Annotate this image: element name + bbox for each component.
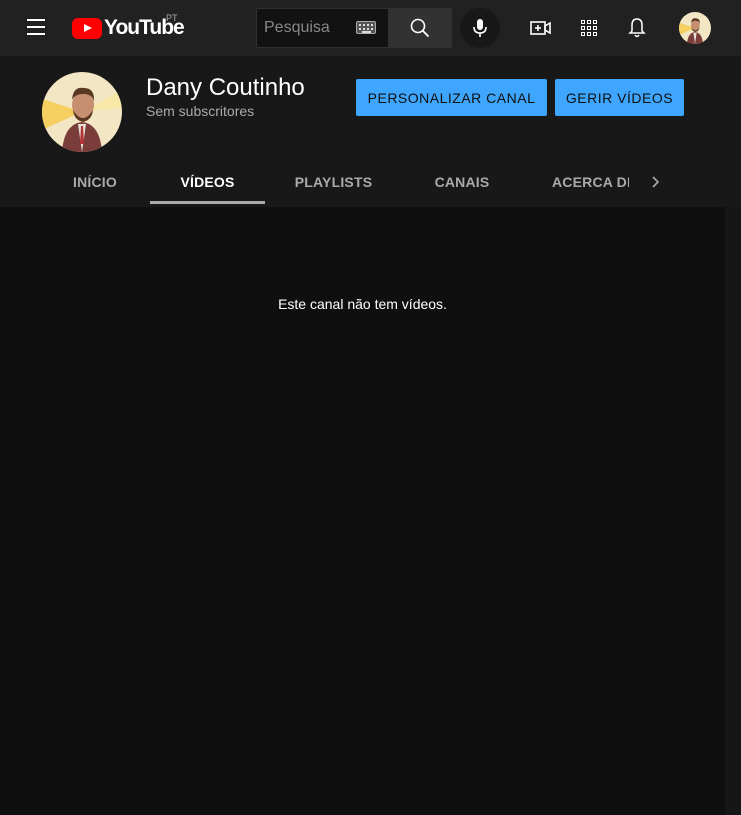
channel-name: Dany Coutinho bbox=[146, 74, 305, 101]
videos-content: Este canal não tem vídeos. bbox=[0, 207, 725, 815]
subscriber-count: Sem subscritores bbox=[146, 103, 255, 119]
account-avatar[interactable] bbox=[679, 12, 711, 44]
youtube-play-icon bbox=[72, 17, 102, 39]
empty-state-message: Este canal não tem vídeos. bbox=[278, 296, 447, 312]
manage-videos-button[interactable]: GERIR VÍDEOS bbox=[555, 79, 684, 116]
tab-about[interactable]: ACERCA DE bbox=[552, 163, 629, 207]
chevron-right-icon[interactable] bbox=[644, 169, 668, 195]
active-tab-indicator bbox=[150, 201, 265, 204]
channel-tabs: INÍCIO VÍDEOS PLAYLISTS CANAIS ACERCA DE bbox=[0, 163, 741, 207]
channel-header: Dany Coutinho Sem subscritores PERSONALI… bbox=[0, 56, 741, 207]
tab-home[interactable]: INÍCIO bbox=[56, 163, 134, 207]
scrollbar[interactable] bbox=[725, 207, 741, 815]
channel-avatar bbox=[42, 72, 122, 152]
bell-icon[interactable] bbox=[625, 16, 649, 40]
search-input[interactable] bbox=[264, 18, 354, 38]
keyboard-icon[interactable] bbox=[356, 21, 376, 34]
tab-channels[interactable]: CANAIS bbox=[416, 163, 508, 207]
search-icon bbox=[410, 18, 430, 38]
menu-icon[interactable] bbox=[18, 16, 54, 40]
create-video-icon[interactable] bbox=[529, 16, 553, 40]
customize-channel-button[interactable]: PERSONALIZAR CANAL bbox=[356, 79, 547, 116]
tab-playlists[interactable]: PLAYLISTS bbox=[281, 163, 386, 207]
country-code: PT bbox=[166, 13, 178, 23]
search-button[interactable] bbox=[388, 8, 452, 48]
top-bar: YouTube PT bbox=[0, 0, 741, 56]
voice-search-button[interactable] bbox=[460, 8, 500, 48]
apps-grid-icon[interactable] bbox=[577, 16, 601, 40]
microphone-icon bbox=[473, 19, 487, 37]
